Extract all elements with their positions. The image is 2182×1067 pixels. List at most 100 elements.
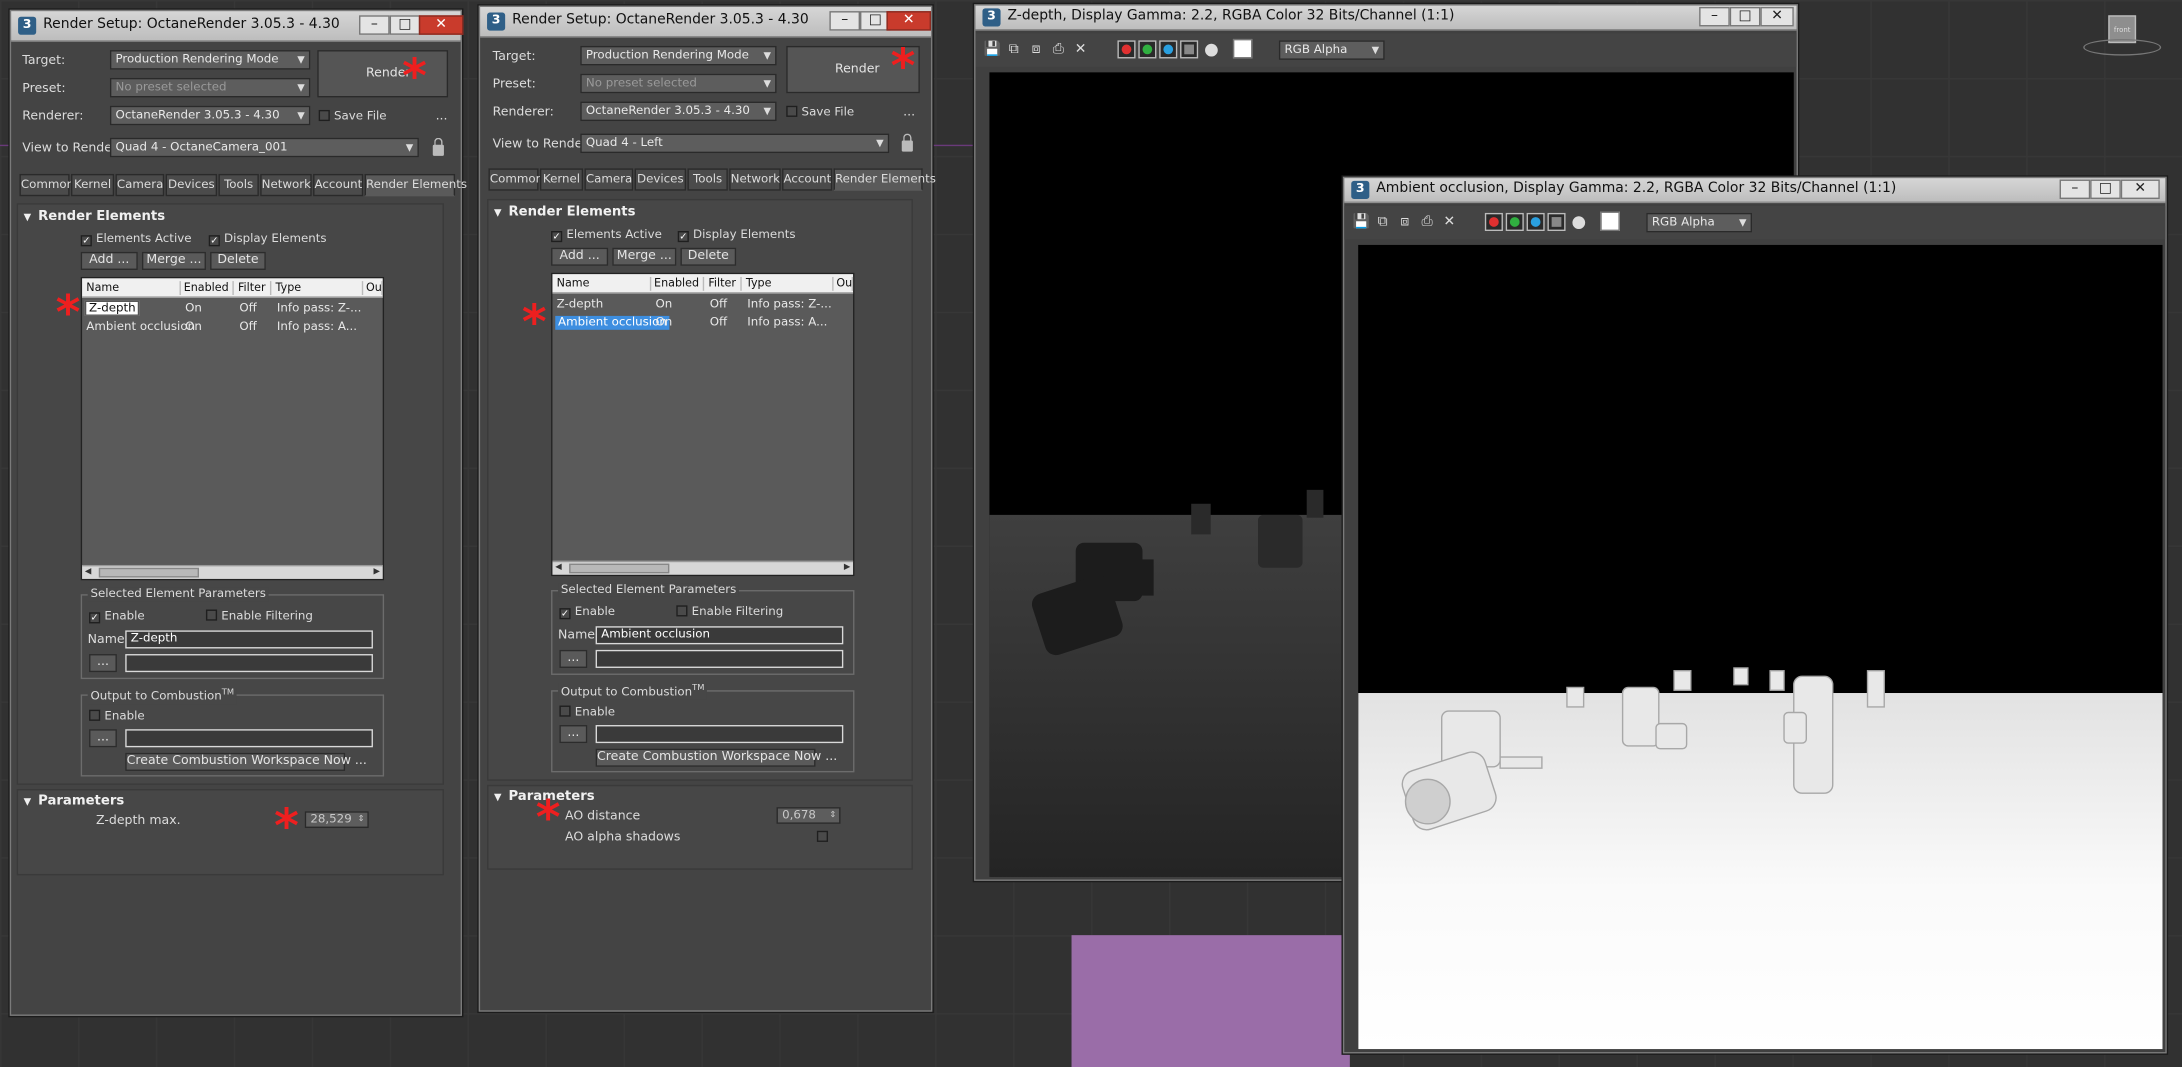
tab-network[interactable]: Network — [729, 168, 781, 191]
tab-devices[interactable]: Devices — [165, 173, 218, 197]
combustion-path-field[interactable] — [595, 725, 844, 744]
renderer-dropdown[interactable]: OctaneRender 3.05.3 - 4.30 ▼ — [580, 101, 777, 122]
blue-channel-toggle[interactable] — [1526, 212, 1545, 232]
scroll-thumb[interactable] — [569, 563, 670, 574]
ao-render-canvas[interactable] — [1358, 244, 2163, 1050]
title-bar[interactable]: 3 Render Setup: OctaneRender 3.05.3 - 4.… — [11, 11, 464, 42]
copy-icon[interactable]: ⧉ — [1375, 214, 1390, 229]
green-channel-toggle[interactable] — [1138, 40, 1157, 59]
close-button[interactable]: ✕ — [1760, 6, 1794, 27]
green-channel-toggle[interactable] — [1505, 212, 1524, 232]
zdepth-max-spinner[interactable]: 28,529 ⇕ — [304, 811, 369, 829]
minimize-button[interactable]: – — [359, 15, 390, 35]
column-filter[interactable]: Filter — [238, 281, 272, 296]
table-row[interactable]: Ambient occlusion On Off Info pass: A... — [552, 315, 853, 332]
preset-dropdown[interactable]: No preset selected ▼ — [109, 77, 311, 98]
tab-network[interactable]: Network — [260, 173, 312, 197]
display-elements-checkbox[interactable]: ✓ Display Elements — [208, 232, 327, 247]
ao-alpha-checkbox[interactable] — [816, 830, 832, 845]
view-to-render-dropdown[interactable]: Quad 4 - Left ▼ — [580, 133, 890, 154]
scroll-thumb[interactable] — [98, 567, 199, 578]
output-path-field[interactable] — [125, 654, 373, 673]
title-bar[interactable]: 3 Ambient occlusion, Display Gamma: 2.2,… — [1344, 178, 2166, 204]
alpha-channel-toggle[interactable] — [1180, 40, 1199, 59]
name-field[interactable]: Ambient occlusion — [595, 626, 844, 645]
elements-list[interactable]: Name Enabled Filter Type Ou Z-depth On O… — [551, 272, 855, 577]
save-file-checkbox[interactable]: Save File — [318, 109, 387, 124]
horizontal-scrollbar[interactable]: ◀ ▶ — [82, 564, 383, 579]
tab-kernel[interactable]: Kernel — [70, 173, 115, 197]
merge-button[interactable]: Merge ... — [141, 251, 206, 270]
lock-icon[interactable] — [432, 137, 444, 156]
mono-icon[interactable]: ● — [1571, 213, 1586, 230]
column-type[interactable]: Type — [276, 281, 364, 296]
tab-devices[interactable]: Devices — [634, 168, 687, 191]
tab-tools[interactable]: Tools — [218, 173, 259, 197]
tab-common[interactable]: Common — [19, 173, 74, 197]
scroll-left-icon[interactable]: ◀ — [555, 562, 561, 572]
blue-channel-toggle[interactable] — [1159, 40, 1178, 59]
channel-dropdown[interactable]: RGB Alpha ▼ — [1646, 212, 1753, 233]
elements-active-checkbox[interactable]: ✓ Elements Active — [80, 232, 192, 247]
tab-kernel[interactable]: Kernel — [539, 168, 584, 191]
enable-checkbox[interactable]: ✓ Enable — [89, 610, 145, 624]
delete-button[interactable]: Delete — [680, 247, 737, 266]
maximize-button[interactable]: □ — [1729, 6, 1761, 27]
print-icon[interactable]: ⎙ — [1051, 42, 1066, 57]
tab-tools[interactable]: Tools — [687, 168, 728, 191]
column-filter[interactable]: Filter — [708, 276, 742, 291]
create-workspace-button[interactable]: Create Combustion Workspace Now ... — [125, 752, 367, 771]
combustion-browse-button[interactable]: ... — [89, 729, 117, 748]
tab-render-elements[interactable]: Render Elements — [833, 168, 936, 191]
more-button[interactable]: ... — [903, 106, 915, 120]
scroll-right-icon[interactable]: ▶ — [844, 562, 850, 572]
scroll-right-icon[interactable]: ▶ — [373, 566, 379, 576]
enable-filtering-checkbox[interactable]: Enable Filtering — [676, 605, 783, 619]
create-workspace-button[interactable]: Create Combustion Workspace Now ... — [595, 748, 837, 767]
table-row[interactable]: Z-depth On Off Info pass: Z-... — [552, 296, 853, 313]
close-button[interactable]: ✕ — [418, 15, 464, 35]
elements-list[interactable]: Name Enabled Filter Type Ou Z-depth On O… — [80, 276, 385, 581]
channel-dropdown[interactable]: RGB Alpha ▼ — [1278, 40, 1385, 60]
clear-icon[interactable]: ✕ — [1073, 42, 1088, 57]
minimize-button[interactable]: – — [2059, 179, 2091, 199]
title-bar[interactable]: 3 Z-depth, Display Gamma: 2.2, RGBA Colo… — [975, 5, 1797, 31]
rollout-header[interactable]: ▼ Render Elements — [494, 205, 635, 220]
column-output[interactable]: Ou — [836, 276, 854, 291]
enable-checkbox[interactable]: ✓ Enable — [559, 605, 615, 620]
row-name[interactable]: Z-depth — [84, 300, 140, 316]
maximize-button[interactable]: □ — [2090, 179, 2121, 199]
delete-button[interactable]: Delete — [210, 251, 266, 270]
rollout-header[interactable]: ▼ Render Elements — [24, 209, 165, 224]
add-button[interactable]: Add ... — [80, 251, 138, 270]
rollout-header[interactable]: ▼ Parameters — [24, 793, 125, 808]
column-name[interactable]: Name — [86, 281, 181, 296]
browse-button[interactable]: ... — [559, 649, 588, 668]
column-enabled[interactable]: Enabled — [184, 281, 234, 296]
column-output[interactable]: Ou — [366, 281, 383, 296]
tab-common[interactable]: Common — [488, 168, 543, 191]
red-channel-toggle[interactable] — [1484, 212, 1503, 232]
spinner-arrows-icon[interactable]: ⇕ — [829, 809, 836, 823]
display-elements-checkbox[interactable]: ✓ Display Elements — [677, 228, 796, 243]
elements-active-checkbox[interactable]: ✓ Elements Active — [551, 228, 662, 243]
renderer-dropdown[interactable]: OctaneRender 3.05.3 - 4.30 ▼ — [109, 105, 311, 126]
combustion-browse-button[interactable]: ... — [559, 725, 588, 744]
merge-button[interactable]: Merge ... — [612, 247, 677, 266]
combustion-enable-checkbox[interactable]: Enable — [89, 709, 145, 724]
background-color-swatch[interactable] — [1600, 211, 1620, 232]
tab-render-elements[interactable]: Render Elements — [364, 173, 467, 197]
lock-icon[interactable] — [901, 133, 913, 152]
clone-icon[interactable]: ⧈ — [1397, 214, 1412, 229]
tab-account[interactable]: Account — [782, 168, 833, 191]
column-type[interactable]: Type — [746, 276, 834, 291]
clear-icon[interactable]: ✕ — [1442, 214, 1457, 229]
viewcube-ring[interactable] — [2083, 38, 2162, 56]
copy-icon[interactable]: ⧉ — [1006, 42, 1021, 57]
view-to-render-dropdown[interactable]: Quad 4 - OctaneCamera_001 ▼ — [109, 137, 419, 158]
column-name[interactable]: Name — [557, 276, 652, 291]
red-channel-toggle[interactable] — [1117, 40, 1136, 59]
more-button[interactable]: ... — [436, 110, 448, 124]
output-path-field[interactable] — [595, 649, 844, 668]
mono-icon[interactable]: ● — [1204, 40, 1219, 57]
